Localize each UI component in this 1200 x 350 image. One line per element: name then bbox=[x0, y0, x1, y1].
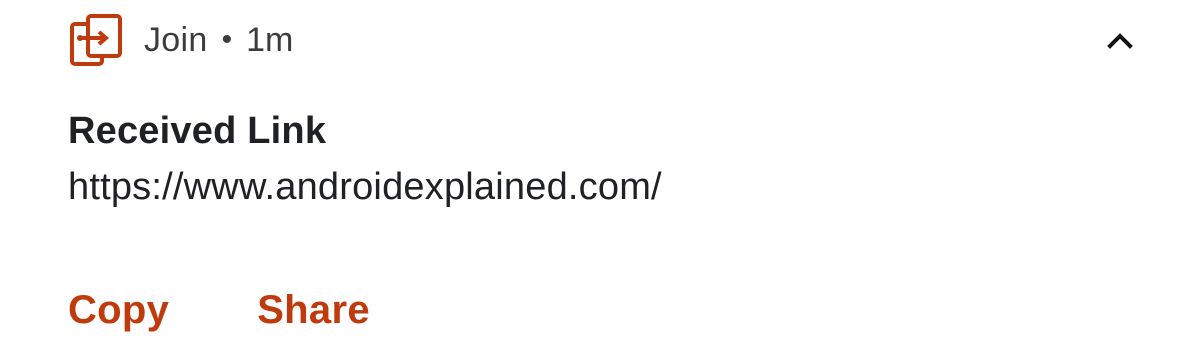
notification-title: Received Link bbox=[68, 110, 327, 152]
notification-card[interactable]: Join • 1m Received Link https://www.andr… bbox=[0, 0, 1200, 350]
notification-text: https://www.androidexplained.com/ bbox=[68, 166, 662, 208]
notification-header: Join • 1m bbox=[68, 12, 293, 68]
chevron-up-icon bbox=[1107, 31, 1133, 54]
notification-actions: Copy Share bbox=[68, 288, 370, 333]
notification-time: 1m bbox=[246, 20, 294, 59]
header-separator: • bbox=[221, 23, 233, 56]
share-button[interactable]: Share bbox=[257, 288, 370, 333]
copy-button[interactable]: Copy bbox=[68, 288, 169, 333]
collapse-button[interactable] bbox=[1098, 22, 1142, 62]
app-name: Join bbox=[144, 20, 208, 59]
join-app-icon bbox=[68, 12, 124, 68]
